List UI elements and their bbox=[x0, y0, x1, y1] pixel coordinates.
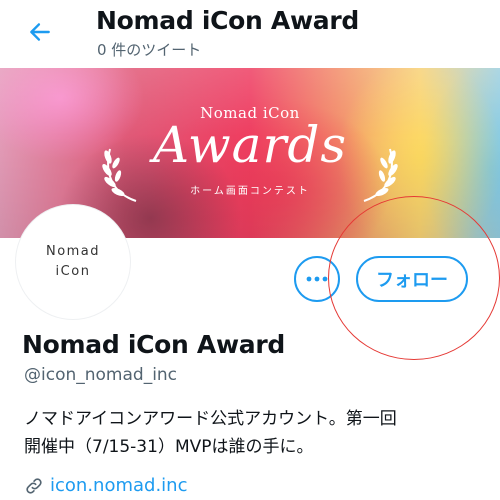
tweet-count: 0 件のツイート bbox=[97, 41, 202, 59]
profile-avatar[interactable]: Nomad iCon bbox=[16, 205, 130, 319]
follow-button[interactable]: フォロー bbox=[356, 256, 468, 302]
banner-big-title: Awards bbox=[152, 116, 348, 174]
banner-caption: ホーム画面コンテスト bbox=[190, 186, 310, 197]
laurel-right-icon bbox=[363, 148, 398, 202]
laurel-left-icon bbox=[102, 148, 137, 202]
profile-bio-line2: 開催中（7/15-31）MVPは誰の手に。 bbox=[24, 437, 314, 457]
profile-handle: @icon_nomad_inc bbox=[24, 365, 178, 385]
arrow-left-icon bbox=[30, 23, 50, 41]
back-button[interactable] bbox=[24, 16, 56, 48]
profile-bio-line1: ノマドアイコンアワード公式アカウント。第一回 bbox=[24, 409, 397, 429]
header-title: Nomad iCon Award bbox=[96, 6, 359, 35]
profile-name: Nomad iCon Award bbox=[22, 330, 285, 359]
avatar-text-line2: iCon bbox=[55, 264, 91, 279]
website-link[interactable]: icon.nomad.inc bbox=[50, 475, 187, 496]
more-dots-icon bbox=[306, 276, 328, 282]
more-options-button[interactable] bbox=[294, 256, 340, 302]
avatar-text-line1: Nomad bbox=[45, 244, 101, 259]
link-icon bbox=[26, 477, 42, 494]
profile-website: icon.nomad.inc bbox=[24, 475, 187, 496]
profile-header-bar: Nomad iCon Award 0 件のツイート bbox=[0, 0, 500, 68]
